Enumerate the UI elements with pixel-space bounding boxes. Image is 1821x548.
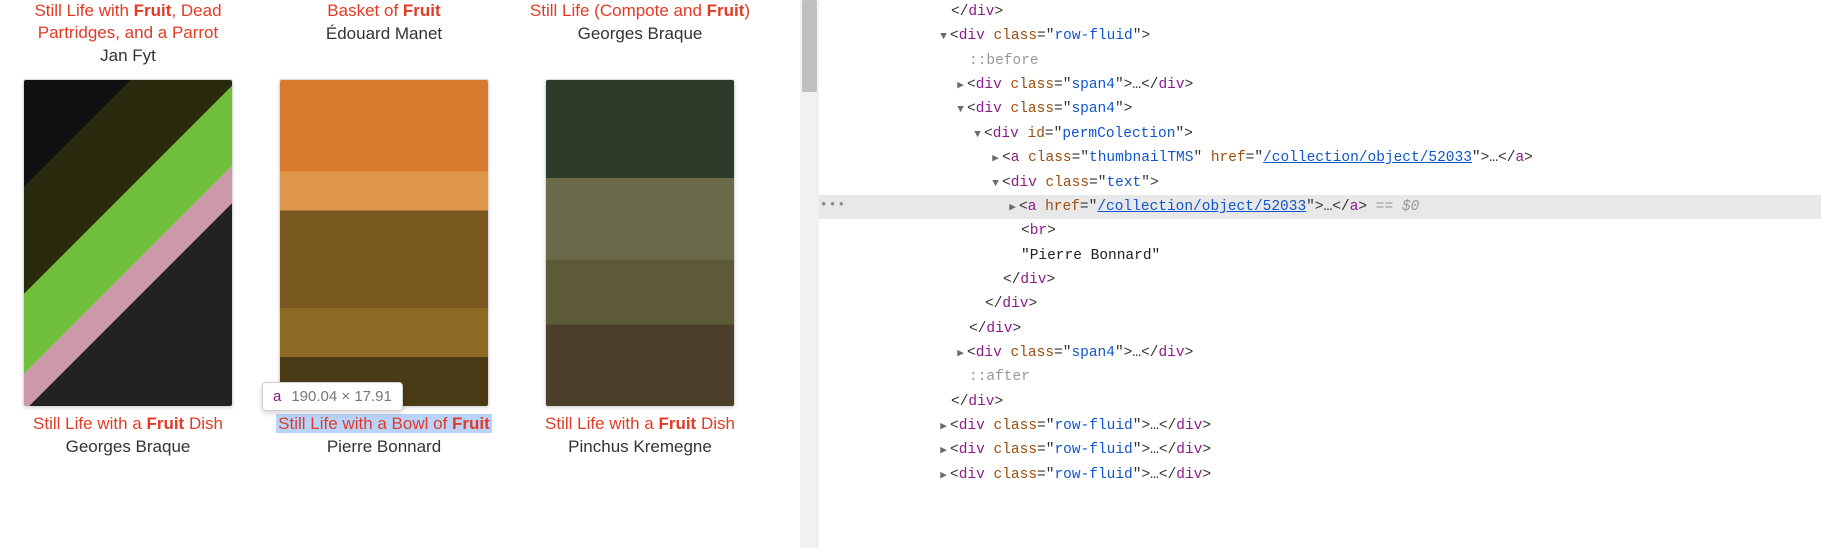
expand-arrow-icon[interactable]: ▶ bbox=[954, 77, 967, 95]
expand-arrow-icon[interactable]: ▶ bbox=[937, 442, 950, 460]
devtools-elements-panel[interactable]: </div> ▼<div class="row-fluid"> ::before… bbox=[819, 0, 1821, 548]
dom-node[interactable]: <br> bbox=[819, 219, 1821, 243]
expand-arrow-icon[interactable]: ▼ bbox=[954, 101, 967, 119]
tooltip-dimensions: 190.04 × 17.91 bbox=[291, 388, 392, 405]
expand-arrow-icon[interactable]: ▶ bbox=[989, 150, 1002, 168]
ellipsis-gutter-icon[interactable]: ••• bbox=[819, 194, 847, 216]
artwork-thumbnail[interactable] bbox=[23, 79, 233, 407]
gallery-item: Still Life with a Fruit Dish Pinchus Kre… bbox=[512, 71, 768, 457]
dom-node[interactable]: ▶<div class="row-fluid">…</div> bbox=[819, 438, 1821, 462]
dom-node[interactable]: </div> bbox=[819, 292, 1821, 316]
dom-node[interactable]: ▼<div class="text"> bbox=[819, 171, 1821, 195]
artwork-artist: Pinchus Kremegne bbox=[512, 437, 768, 457]
dom-node[interactable]: "Pierre Bonnard" bbox=[819, 244, 1821, 268]
artwork-thumbnail[interactable] bbox=[279, 79, 489, 407]
artwork-title[interactable]: Basket of Fruit bbox=[256, 0, 512, 22]
expand-arrow-icon[interactable]: ▶ bbox=[937, 467, 950, 485]
gallery-row-1: Still Life with Fruit, Dead Partridges, … bbox=[0, 0, 800, 76]
dom-node[interactable]: </div> bbox=[819, 317, 1821, 341]
gallery-item: Still Life (Compote and Fruit) Georges B… bbox=[512, 0, 768, 66]
dom-node[interactable]: </div> bbox=[819, 0, 1821, 24]
dom-node[interactable]: ::after bbox=[819, 365, 1821, 389]
artwork-artist: Édouard Manet bbox=[256, 24, 512, 44]
tooltip-tag: a bbox=[273, 388, 281, 405]
artwork-title[interactable]: Still Life with a Fruit Dish bbox=[0, 413, 256, 435]
artwork-title[interactable]: Still Life (Compote and Fruit) bbox=[512, 0, 768, 22]
dom-node[interactable]: ::before bbox=[819, 49, 1821, 73]
dom-node[interactable]: </div> bbox=[819, 268, 1821, 292]
gallery-item: Basket of Fruit Édouard Manet bbox=[256, 0, 512, 66]
gallery-item: Still Life with Fruit, Dead Partridges, … bbox=[0, 0, 256, 66]
dom-node[interactable]: ▶<div class="span4">…</div> bbox=[819, 341, 1821, 365]
dom-node[interactable]: ▶<div class="span4">…</div> bbox=[819, 73, 1821, 97]
artwork-artist: Georges Braque bbox=[512, 24, 768, 44]
artwork-artist: Georges Braque bbox=[0, 437, 256, 457]
dom-node[interactable]: ▶<a class="thumbnailTMS" href="/collecti… bbox=[819, 146, 1821, 170]
dom-node[interactable]: ▶<div class="row-fluid">…</div> bbox=[819, 414, 1821, 438]
artwork-thumbnail[interactable] bbox=[545, 79, 735, 407]
expand-arrow-icon[interactable]: ▼ bbox=[937, 28, 950, 46]
artwork-title[interactable]: Still Life with Fruit, Dead Partridges, … bbox=[0, 0, 256, 44]
artwork-title[interactable]: Still Life with a Fruit Dish bbox=[512, 413, 768, 435]
scrollbar-thumb[interactable] bbox=[802, 0, 817, 92]
expand-arrow-icon[interactable]: ▼ bbox=[989, 175, 1002, 193]
dom-node[interactable]: ▼<div class="span4"> bbox=[819, 97, 1821, 121]
expand-arrow-icon[interactable]: ▶ bbox=[937, 418, 950, 436]
dom-node[interactable]: ▼<div class="row-fluid"> bbox=[819, 24, 1821, 48]
expand-arrow-icon[interactable]: ▶ bbox=[1006, 199, 1019, 217]
page-scrollbar[interactable] bbox=[800, 0, 819, 548]
dom-node[interactable]: ▶<div class="row-fluid">…</div> bbox=[819, 463, 1821, 487]
gallery-pane: Still Life with Fruit, Dead Partridges, … bbox=[0, 0, 800, 548]
expand-arrow-icon[interactable]: ▶ bbox=[954, 345, 967, 363]
gallery-item: Still Life with a Fruit Dish Georges Bra… bbox=[0, 71, 256, 457]
dom-node-selected[interactable]: ▶<a href="/collection/object/52033">…</a… bbox=[819, 195, 1821, 219]
element-size-tooltip: a 190.04 × 17.91 bbox=[262, 382, 403, 411]
expand-arrow-icon[interactable]: ▼ bbox=[971, 126, 984, 144]
artwork-title[interactable]: Still Life with a Bowl of Fruit bbox=[256, 413, 512, 435]
artwork-artist: Pierre Bonnard bbox=[256, 437, 512, 457]
dom-node[interactable]: ▼<div id="permColection"> bbox=[819, 122, 1821, 146]
dom-node[interactable]: </div> bbox=[819, 390, 1821, 414]
artwork-artist: Jan Fyt bbox=[0, 46, 256, 66]
